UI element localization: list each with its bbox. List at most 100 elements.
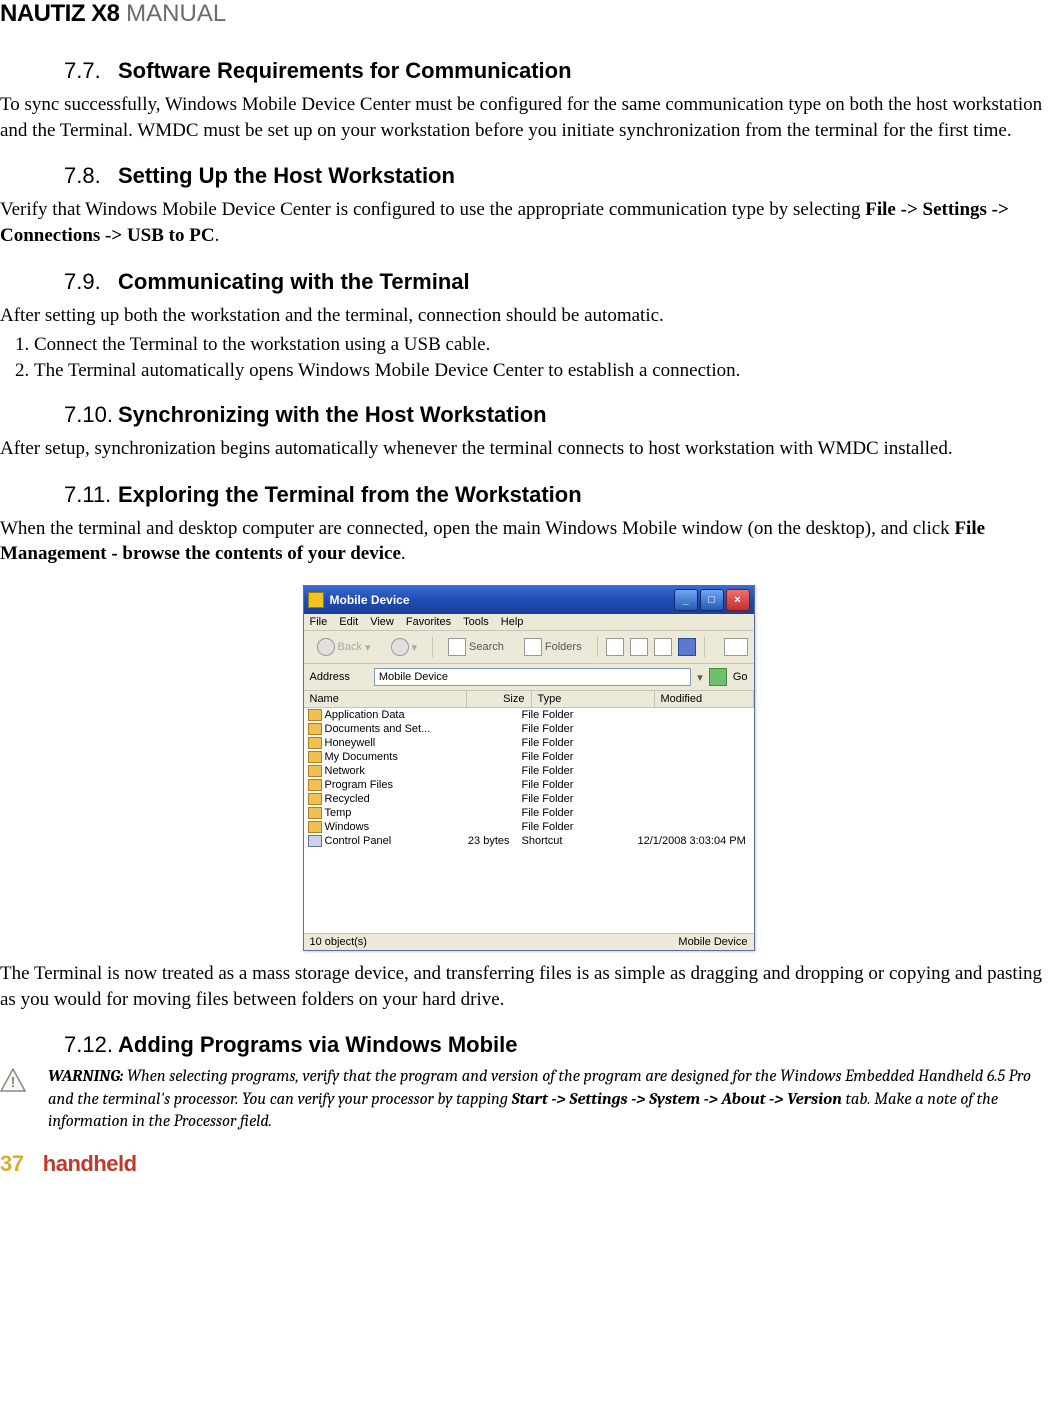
file-size [458, 820, 516, 834]
search-button[interactable]: Search [441, 635, 511, 659]
toolbar-divider [597, 637, 598, 657]
file-list[interactable]: Application DataFile FolderDocuments and… [304, 708, 754, 933]
file-type: File Folder [516, 778, 632, 792]
col-name-header[interactable]: Name [304, 691, 467, 707]
back-button[interactable]: Back ▾ [310, 635, 378, 659]
menu-help[interactable]: Help [501, 616, 524, 628]
table-row[interactable]: HoneywellFile Folder [304, 736, 754, 750]
heading-7-10: 7.10.Synchronizing with the Host Worksta… [64, 402, 1057, 428]
para-7-7: To sync successfully, Windows Mobile Dev… [0, 92, 1057, 143]
file-modified [632, 820, 754, 834]
go-label: Go [733, 671, 748, 683]
folder-icon [308, 737, 322, 749]
file-modified [632, 722, 754, 736]
table-row[interactable]: Program FilesFile Folder [304, 778, 754, 792]
undo-icon[interactable] [678, 638, 696, 656]
titlebar[interactable]: Mobile Device _ □ × [304, 586, 754, 614]
file-modified [632, 764, 754, 778]
forward-icon [391, 638, 409, 656]
list-item: The Terminal automatically opens Windows… [34, 360, 1057, 382]
folder-icon [308, 807, 322, 819]
file-modified [632, 736, 754, 750]
minimize-button[interactable]: _ [674, 589, 698, 611]
file-size: 23 bytes [458, 834, 516, 848]
doc-header: NAUTIZ X8 MANUAL [0, 0, 1057, 38]
menu-edit[interactable]: Edit [339, 616, 358, 628]
file-name: Documents and Set... [325, 722, 431, 736]
para-7-8: Verify that Windows Mobile Device Center… [0, 197, 1057, 248]
menu-tools[interactable]: Tools [463, 616, 489, 628]
file-modified [632, 750, 754, 764]
address-input[interactable] [374, 668, 691, 686]
table-row[interactable]: Documents and Set... File Folder [304, 722, 754, 736]
file-modified [632, 806, 754, 820]
heading-7-7: 7.7.Software Requirements for Communicat… [64, 58, 1057, 84]
views-button[interactable] [724, 638, 748, 656]
file-type: File Folder [516, 736, 632, 750]
file-size [458, 778, 516, 792]
col-type-header[interactable]: Type [532, 691, 655, 707]
column-headers: Name Size Type Modified [304, 691, 754, 708]
toolbar-divider [432, 637, 433, 657]
close-button[interactable]: × [726, 589, 750, 611]
heading-7-11: 7.11.Exploring the Terminal from the Wor… [64, 482, 1057, 508]
folders-icon [524, 638, 542, 656]
file-type: File Folder [516, 806, 632, 820]
window-icon [308, 592, 324, 608]
file-type: File Folder [516, 708, 632, 722]
table-row[interactable]: My DocumentsFile Folder [304, 750, 754, 764]
menu-file[interactable]: File [310, 616, 328, 628]
control-panel-icon [308, 835, 322, 847]
menu-favorites[interactable]: Favorites [406, 616, 451, 628]
table-row[interactable]: NetworkFile Folder [304, 764, 754, 778]
toolbar-icon[interactable] [654, 638, 672, 656]
toolbar-icon[interactable] [630, 638, 648, 656]
folders-button[interactable]: Folders [517, 635, 589, 659]
header-product: NAUTIZ X8 [0, 0, 120, 27]
file-modified [632, 778, 754, 792]
status-left: 10 object(s) [310, 936, 367, 948]
file-size [458, 708, 516, 722]
address-icon [356, 671, 368, 683]
footer-brand: handheld [43, 1151, 137, 1176]
status-bar: 10 object(s) Mobile Device [304, 933, 754, 950]
go-button[interactable] [709, 668, 727, 686]
list-item: Connect the Terminal to the workstation … [34, 334, 1057, 356]
maximize-button[interactable]: □ [700, 589, 724, 611]
toolbar-divider [704, 637, 705, 657]
file-modified [632, 792, 754, 806]
status-right: Mobile Device [678, 936, 747, 948]
heading-7-9: 7.9.Communicating with the Terminal [64, 269, 1057, 295]
address-label: Address [310, 671, 350, 683]
file-size [458, 806, 516, 820]
table-row[interactable]: Application DataFile Folder [304, 708, 754, 722]
forward-button[interactable]: ▾ [384, 635, 425, 659]
folder-icon [308, 779, 322, 791]
folder-icon [308, 793, 322, 805]
file-size [458, 722, 516, 736]
menu-view[interactable]: View [370, 616, 394, 628]
table-row[interactable]: WindowsFile Folder [304, 820, 754, 834]
file-name: Control Panel [325, 834, 392, 848]
folder-icon [308, 709, 322, 721]
table-row[interactable]: TempFile Folder [304, 806, 754, 820]
warning-block: ! WARNING: When selecting programs, veri… [0, 1066, 1057, 1133]
file-size [458, 792, 516, 806]
file-type: Shortcut [516, 834, 632, 848]
folder-icon [308, 821, 322, 833]
col-modified-header[interactable]: Modified [655, 691, 754, 707]
table-row[interactable]: Control Panel 23 bytesShortcut12/1/2008 3… [304, 834, 754, 848]
table-row[interactable]: RecycledFile Folder [304, 792, 754, 806]
para-7-9: After setting up both the workstation an… [0, 303, 1057, 329]
col-size-header[interactable]: Size [467, 691, 532, 707]
file-modified [632, 708, 754, 722]
file-size [458, 736, 516, 750]
heading-7-8: 7.8.Setting Up the Host Workstation [64, 163, 1057, 189]
file-type: File Folder [516, 722, 632, 736]
para-7-11-b: The Terminal is now treated as a mass st… [0, 961, 1057, 1012]
toolbar-icon[interactable] [606, 638, 624, 656]
file-modified: 12/1/2008 3:03:04 PM [632, 834, 754, 848]
para-7-10: After setup, synchronization begins auto… [0, 436, 1057, 462]
warning-icon: ! [0, 1068, 26, 1092]
folder-icon [308, 765, 322, 777]
